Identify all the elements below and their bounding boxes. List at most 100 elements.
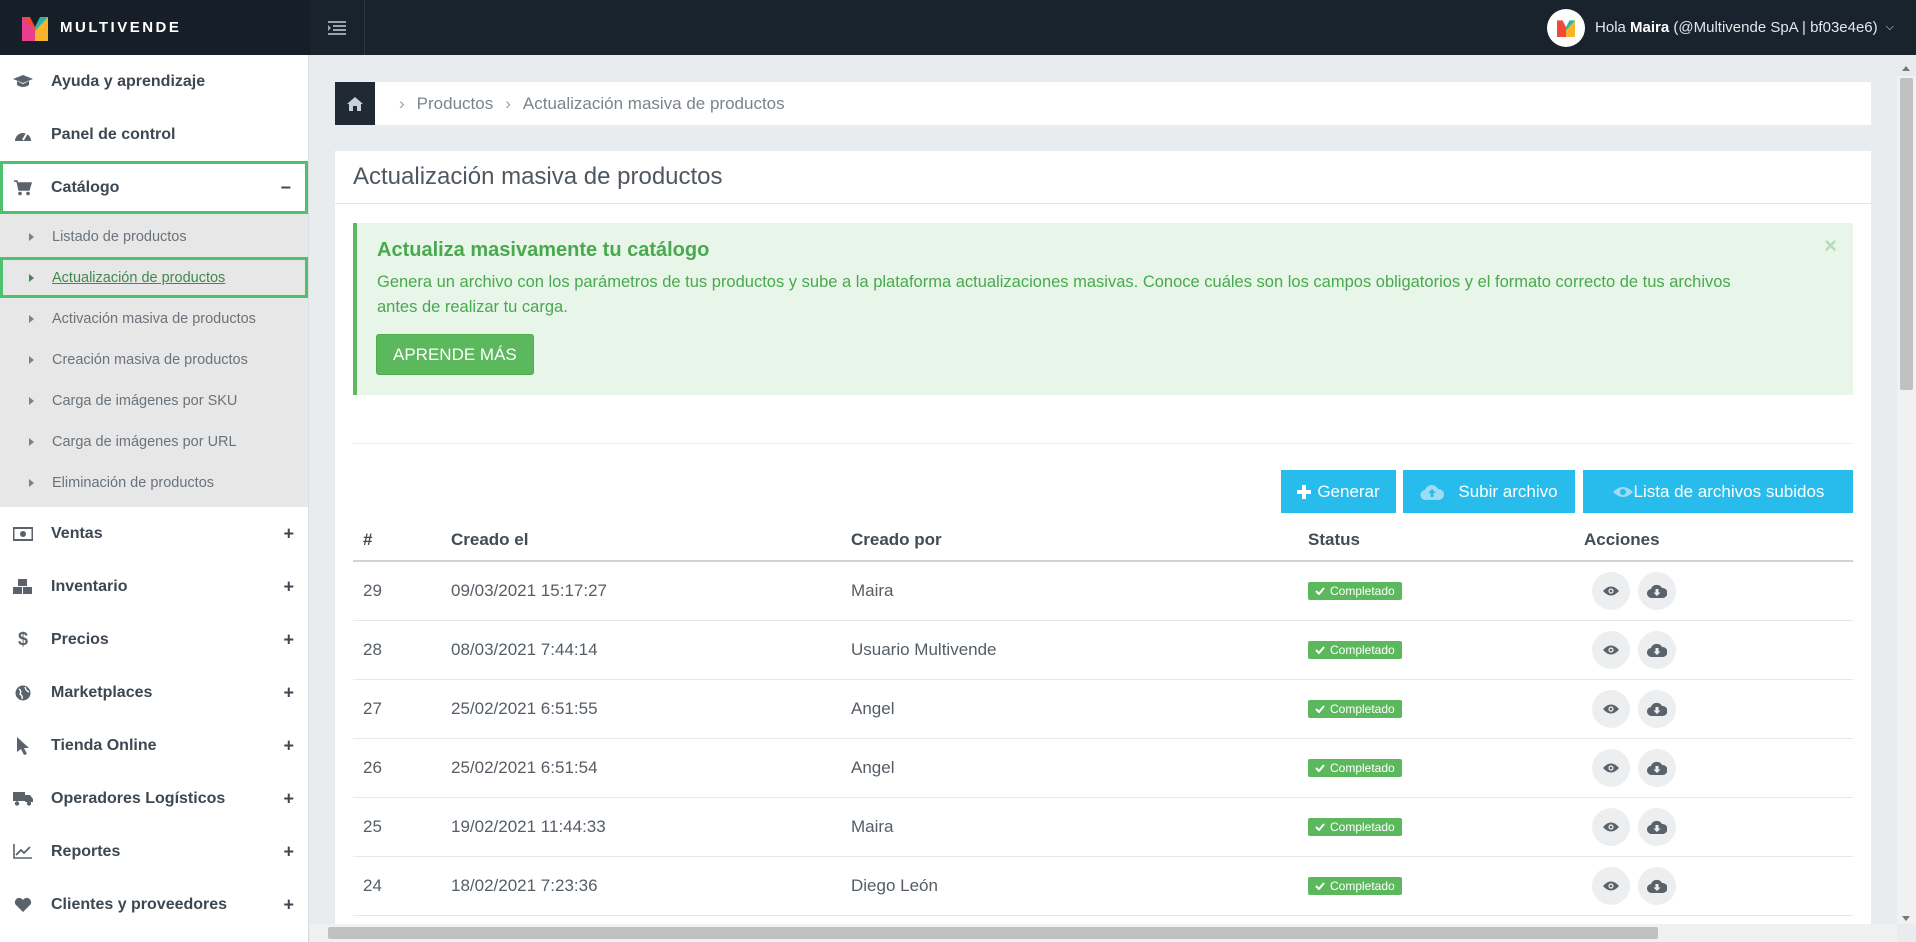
sidebar-item-ventas[interactable]: Ventas + xyxy=(0,507,308,560)
sidebar-subitem-eliminacion[interactable]: Eliminación de productos xyxy=(0,462,308,503)
sidebar-item-panel[interactable]: Panel de control xyxy=(0,108,308,161)
scrollbar-thumb[interactable] xyxy=(328,927,1658,939)
download-button[interactable] xyxy=(1638,808,1676,846)
download-button[interactable] xyxy=(1638,749,1676,787)
column-header-status: Status xyxy=(1308,529,1360,549)
close-icon[interactable]: × xyxy=(1824,233,1837,259)
breadcrumb-separator: › xyxy=(505,93,511,113)
expand-icon: + xyxy=(283,841,294,861)
sidebar-item-reportes[interactable]: Reportes + xyxy=(0,825,308,878)
home-button[interactable] xyxy=(335,82,375,125)
sidebar-item-inventario[interactable]: Inventario + xyxy=(0,560,308,613)
page-title: Actualización masiva de productos xyxy=(335,151,1871,204)
sidebar-item-precios[interactable]: $ Precios + xyxy=(0,613,308,666)
info-alert: Actualiza masivamente tu catálogo Genera… xyxy=(353,223,1853,395)
truck-icon xyxy=(12,790,34,808)
breadcrumb-productos[interactable]: Productos xyxy=(417,94,494,114)
check-icon xyxy=(1315,764,1325,772)
sidebar-subitem-activacion[interactable]: Activación masiva de productos xyxy=(0,298,308,339)
table-row: 28 08/03/2021 7:44:14 Usuario Multivende Co… xyxy=(353,621,1853,680)
row-created-at: 25/02/2021 6:51:55 xyxy=(451,699,598,718)
status-badge: Completado xyxy=(1308,818,1402,836)
scroll-down-icon[interactable] xyxy=(1902,916,1910,921)
upload-file-button[interactable]: Subir archivo xyxy=(1403,470,1575,513)
caret-right-icon xyxy=(29,232,34,241)
row-number: 27 xyxy=(363,699,382,718)
eye-icon xyxy=(1603,586,1619,596)
table-row: 25 19/02/2021 11:44:33 Maira Completado xyxy=(353,798,1853,857)
uploaded-files-list-button[interactable]: Lista de archivos subidos xyxy=(1583,470,1853,513)
cloud-download-icon xyxy=(1647,879,1667,893)
horizontal-scrollbar[interactable] xyxy=(310,924,1897,942)
expand-icon: + xyxy=(283,788,294,808)
sidebar-item-operadores[interactable]: Operadores Logísticos + xyxy=(0,772,308,825)
user-menu[interactable]: Hola Maira (@Multivende SpA | bf03e4e6) … xyxy=(1547,0,1894,55)
sidebar: Ayuda y aprendizaje Panel de control Cat… xyxy=(0,55,309,942)
line-chart-icon xyxy=(12,843,34,861)
row-actions xyxy=(1584,739,1676,797)
view-button[interactable] xyxy=(1592,690,1630,728)
sidebar-subitem-imagenes-url[interactable]: Carga de imágenes por URL xyxy=(0,421,308,462)
eye-icon xyxy=(1603,763,1619,773)
eye-icon xyxy=(1603,645,1619,655)
download-button[interactable] xyxy=(1638,690,1676,728)
expand-icon: + xyxy=(283,523,294,543)
scrollbar-thumb[interactable] xyxy=(1900,78,1913,390)
table-row: 29 09/03/2021 15:17:27 Maira Completado xyxy=(353,562,1853,621)
sidebar-item-clientes[interactable]: Clientes y proveedores + xyxy=(0,878,308,931)
multivende-logo-icon xyxy=(22,16,48,41)
view-button[interactable] xyxy=(1592,749,1630,787)
table-body: 29 09/03/2021 15:17:27 Maira Completado 28 08… xyxy=(353,562,1853,916)
sidebar-item-tienda-online[interactable]: Tienda Online + xyxy=(0,719,308,772)
sidebar-subitem-imagenes-sku[interactable]: Carga de imágenes por SKU xyxy=(0,380,308,421)
alert-title: Actualiza masivamente tu catálogo xyxy=(377,239,710,261)
download-button[interactable] xyxy=(1638,867,1676,905)
row-created-by: Angel xyxy=(851,758,895,777)
view-button[interactable] xyxy=(1592,808,1630,846)
row-status: Completado xyxy=(1308,857,1402,915)
avatar xyxy=(1547,8,1586,47)
expand-icon: + xyxy=(283,629,294,649)
sidebar-item-marketplaces[interactable]: Marketplaces + xyxy=(0,666,308,719)
status-badge: Completado xyxy=(1308,700,1402,718)
row-status: Completado xyxy=(1308,798,1402,856)
table-row: 26 25/02/2021 6:51:54 Angel Completado xyxy=(353,739,1853,798)
column-header-created-at: Creado el xyxy=(451,529,529,549)
row-number: 29 xyxy=(363,581,382,600)
column-header-number: # xyxy=(363,529,373,549)
view-button[interactable] xyxy=(1592,572,1630,610)
sidebar-subitem-actualizacion[interactable]: Actualización de productos xyxy=(0,257,308,298)
view-button[interactable] xyxy=(1592,631,1630,669)
brand[interactable]: MULTIVENDE xyxy=(0,0,310,55)
scroll-up-icon[interactable] xyxy=(1902,66,1910,71)
table-header: # Creado el Creado por Status Acciones xyxy=(353,519,1853,562)
menu-toggle-button[interactable] xyxy=(310,0,365,55)
row-created-by: Angel xyxy=(851,699,895,718)
view-button[interactable] xyxy=(1592,867,1630,905)
sidebar-item-catalogo[interactable]: Catálogo − xyxy=(0,161,308,214)
row-status: Completado xyxy=(1308,680,1402,738)
sidebar-subitem-creacion[interactable]: Creación masiva de productos xyxy=(0,339,308,380)
divider xyxy=(353,443,1853,444)
sidebar-item-ayuda[interactable]: Ayuda y aprendizaje xyxy=(0,55,308,108)
vertical-scrollbar[interactable] xyxy=(1897,66,1916,924)
user-name: Maira xyxy=(1630,19,1670,36)
catalog-submenu: Listado de productos Actualización de pr… xyxy=(0,214,308,507)
cloud-download-icon xyxy=(1647,820,1667,834)
learn-more-button[interactable]: APRENDE MÁS xyxy=(376,334,534,375)
cloud-download-icon xyxy=(1647,643,1667,657)
dashboard-icon xyxy=(12,126,34,144)
sidebar-subitem-listado[interactable]: Listado de productos xyxy=(0,216,308,257)
download-button[interactable] xyxy=(1638,572,1676,610)
expand-icon: + xyxy=(283,894,294,914)
status-badge: Completado xyxy=(1308,582,1402,600)
user-greeting: Hola xyxy=(1595,19,1626,36)
row-number: 26 xyxy=(363,758,382,777)
expand-icon: + xyxy=(283,735,294,755)
brand-name: MULTIVENDE xyxy=(60,19,182,36)
pointer-icon xyxy=(12,736,34,755)
download-button[interactable] xyxy=(1638,631,1676,669)
generate-button[interactable]: Generar xyxy=(1281,470,1396,513)
alert-text: Genera un archivo con los parámetros de … xyxy=(377,273,1731,316)
cloud-download-icon xyxy=(1647,584,1667,598)
